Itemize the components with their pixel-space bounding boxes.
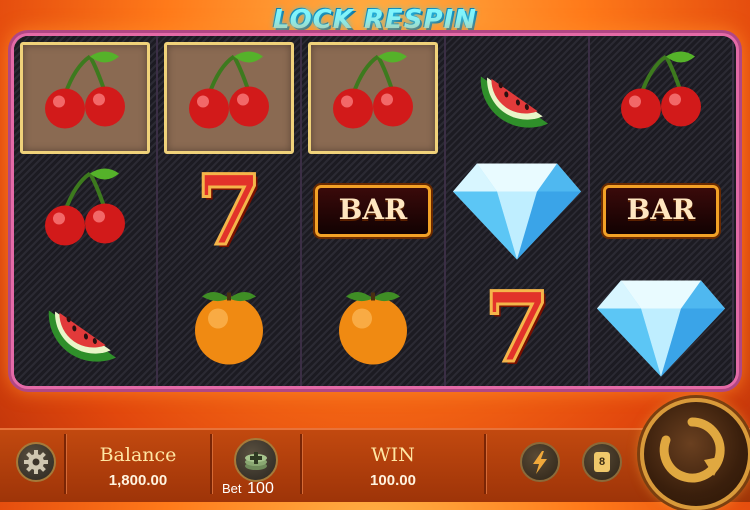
reel-grid: 7 BAR 7 BAR <box>14 36 736 386</box>
reel-cell <box>302 270 444 386</box>
cherry-symbol <box>35 164 135 259</box>
balance-label: Balance <box>99 444 177 466</box>
win-label: WIN <box>371 444 415 466</box>
bet-display: Bet 100 <box>222 480 302 498</box>
reel-cell: BAR <box>590 153 732 269</box>
cherry-symbol <box>611 47 711 142</box>
cherry-symbol <box>35 47 135 142</box>
watermelon-symbol <box>40 281 130 376</box>
watermelon-symbol <box>472 47 562 142</box>
reel-cell <box>14 153 156 269</box>
divider <box>210 434 212 494</box>
reel-cell: 7 <box>446 270 588 386</box>
bet-label: Bet <box>222 481 242 496</box>
balance-value: 1,800.00 <box>108 472 168 489</box>
bar-symbol: BAR <box>603 185 719 237</box>
diamond-symbol <box>591 271 731 386</box>
settings-button[interactable] <box>16 442 56 482</box>
win-value: 100.00 <box>370 472 416 489</box>
auto-spin-button[interactable]: 8 <box>582 442 622 482</box>
orange-symbol <box>184 281 274 376</box>
spin-button[interactable] <box>640 398 750 510</box>
reel-cell <box>590 36 732 152</box>
reel-2: 7 <box>158 36 302 386</box>
auto-count-icon: 8 <box>594 452 610 472</box>
orange-symbol <box>328 281 418 376</box>
locked-cell <box>14 36 156 154</box>
reel-1 <box>14 36 158 386</box>
chips-plus-icon <box>245 452 267 470</box>
gear-icon <box>24 450 48 474</box>
seven-symbol: 7 <box>194 154 264 267</box>
auto-count: 8 <box>598 456 606 468</box>
lightning-icon <box>533 451 547 474</box>
seven-symbol: 7 <box>482 271 552 384</box>
reel-cell: BAR <box>302 153 444 269</box>
turbo-button[interactable] <box>520 442 560 482</box>
divider <box>484 434 486 494</box>
bar-symbol: BAR <box>315 185 431 237</box>
reel-cell: 7 <box>158 153 300 269</box>
reel-5: BAR <box>590 36 734 386</box>
game-title: LOCK RESPIN <box>272 5 478 35</box>
reel-4: 7 <box>446 36 590 386</box>
reel-cell <box>158 270 300 386</box>
reel-cell <box>446 153 588 269</box>
cherry-symbol <box>179 47 279 142</box>
bet-value: 100 <box>247 480 274 497</box>
diamond-symbol <box>447 154 587 269</box>
spin-arrow-icon <box>659 417 725 483</box>
reel-cell <box>14 270 156 386</box>
locked-cell <box>302 36 444 154</box>
locked-cell <box>158 36 300 154</box>
reel-3: BAR <box>302 36 446 386</box>
reel-cell <box>590 270 732 386</box>
bet-button[interactable] <box>234 438 278 482</box>
reel-cell <box>446 36 588 152</box>
cherry-symbol <box>323 47 423 142</box>
